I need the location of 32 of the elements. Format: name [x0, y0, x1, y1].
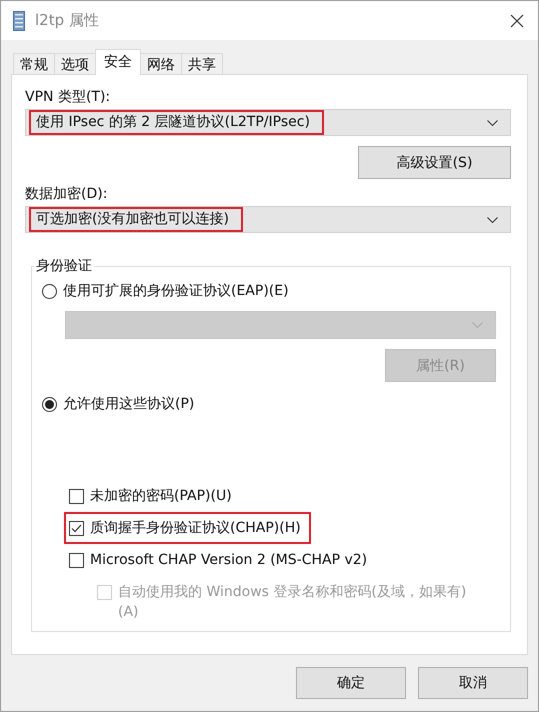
option-label: 允许使用这些协议(P) [63, 395, 194, 414]
tab[interactable]: 网络 [140, 53, 182, 74]
encryption-dropdown[interactable]: 可选加密(没有加密也可以连接) [25, 206, 511, 233]
chevron-icon [472, 322, 483, 328]
chevron-icon [487, 120, 498, 126]
close-icon[interactable] [510, 14, 524, 28]
vpn-type-dropdown[interactable]: 使用 IPsec 的第 2 层隧道协议(L2TP/IPsec) [25, 109, 511, 136]
dialog-button[interactable]: 确定 [296, 667, 406, 699]
checkbox[interactable] [69, 520, 84, 536]
dialog-button[interactable]: 取消 [418, 667, 528, 699]
checkbox[interactable] [69, 552, 84, 568]
tab[interactable]: 常规 [13, 53, 55, 74]
checkbox-label: Microsoft CHAP Version 2 (MS-CHAP v2) [90, 552, 368, 568]
tab[interactable]: 选项 [54, 53, 96, 74]
radio-button[interactable] [42, 284, 57, 298]
checkbox[interactable] [69, 488, 84, 504]
checkbox-label: 质询握手身份验证协议(CHAP)(H) [90, 519, 301, 537]
checkbox-label: 自动使用我的 Windows 登录名称和密码(及域，如果有)(A) [118, 583, 468, 622]
chevron-icon [487, 216, 498, 222]
selected-value: 可选加密(没有加密也可以连接) [29, 207, 243, 232]
checkbox-label: 未加密的密码(PAP)(U) [90, 487, 232, 505]
server-icon [13, 10, 25, 30]
window-title: l2tp 属性 [35, 11, 100, 30]
tab[interactable]: 共享 [181, 53, 223, 74]
selected-value: 使用 IPsec 的第 2 层隧道协议(L2TP/IPsec) [29, 110, 324, 135]
field-label: VPN 类型(T): [25, 88, 112, 107]
radio-button[interactable] [42, 396, 57, 412]
option-label: 使用可扩展的身份验证协议(EAP)(E) [63, 282, 289, 301]
field-label: 数据加密(D): [25, 185, 108, 204]
tab[interactable]: 安全 [95, 49, 141, 75]
group-title: 身份验证 [35, 257, 93, 275]
advanced-settings-button[interactable]: 高级设置(S) [358, 146, 511, 179]
